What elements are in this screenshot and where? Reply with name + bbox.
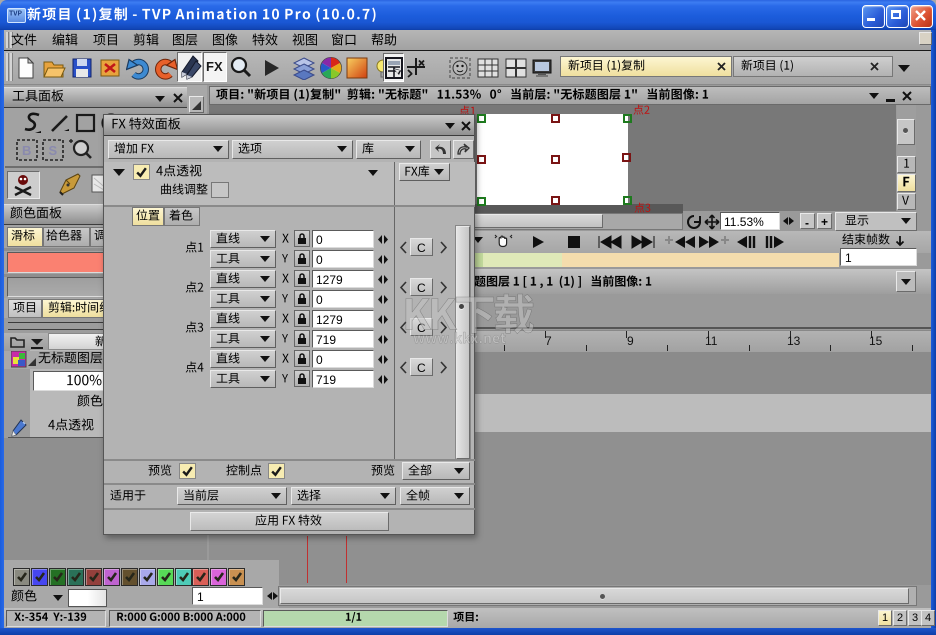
svg-text:S: S [49, 143, 58, 158]
svg-text:B: B [22, 143, 31, 158]
